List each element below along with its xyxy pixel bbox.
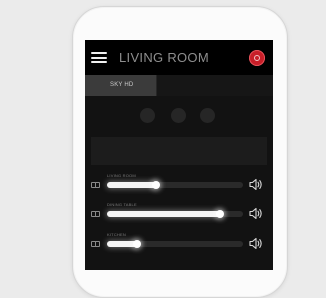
volume-slider[interactable] (107, 240, 243, 248)
speaker-icon[interactable] (249, 178, 263, 191)
app-screen: LIVING ROOM SKY HD LIVING ROOM DINING TA… (85, 40, 273, 270)
volume-row: KITCHEN (85, 232, 273, 252)
pager-dot[interactable] (171, 108, 186, 123)
volume-fill (107, 211, 220, 217)
volume-knob[interactable] (132, 240, 141, 248)
hamburger-menu-icon[interactable] (91, 52, 107, 63)
link-icon[interactable] (91, 211, 100, 217)
link-icon[interactable] (91, 241, 100, 247)
source-tabs: SKY HD (85, 75, 273, 96)
page-title: LIVING ROOM (119, 50, 209, 65)
volume-knob[interactable] (151, 181, 160, 189)
volume-knob[interactable] (215, 210, 224, 218)
zone-label: LIVING ROOM (107, 173, 136, 178)
tab-divider (156, 75, 157, 96)
link-icon[interactable] (91, 182, 100, 188)
tab-sky-hd[interactable]: SKY HD (85, 75, 156, 96)
volume-row: DINING TABLE (85, 202, 273, 222)
pager-dot[interactable] (140, 108, 155, 123)
speaker-icon[interactable] (249, 237, 263, 250)
volume-fill (107, 182, 156, 188)
header-bar: LIVING ROOM (85, 40, 273, 75)
power-icon[interactable] (249, 50, 265, 66)
volume-slider[interactable] (107, 181, 243, 189)
zone-label: KITCHEN (107, 232, 126, 237)
volume-slider[interactable] (107, 210, 243, 218)
zone-label: DINING TABLE (107, 202, 137, 207)
control-panel (91, 137, 267, 165)
speaker-icon[interactable] (249, 207, 263, 220)
pager-dots (85, 106, 273, 124)
volume-row: LIVING ROOM (85, 173, 273, 193)
pager-dot[interactable] (200, 108, 215, 123)
